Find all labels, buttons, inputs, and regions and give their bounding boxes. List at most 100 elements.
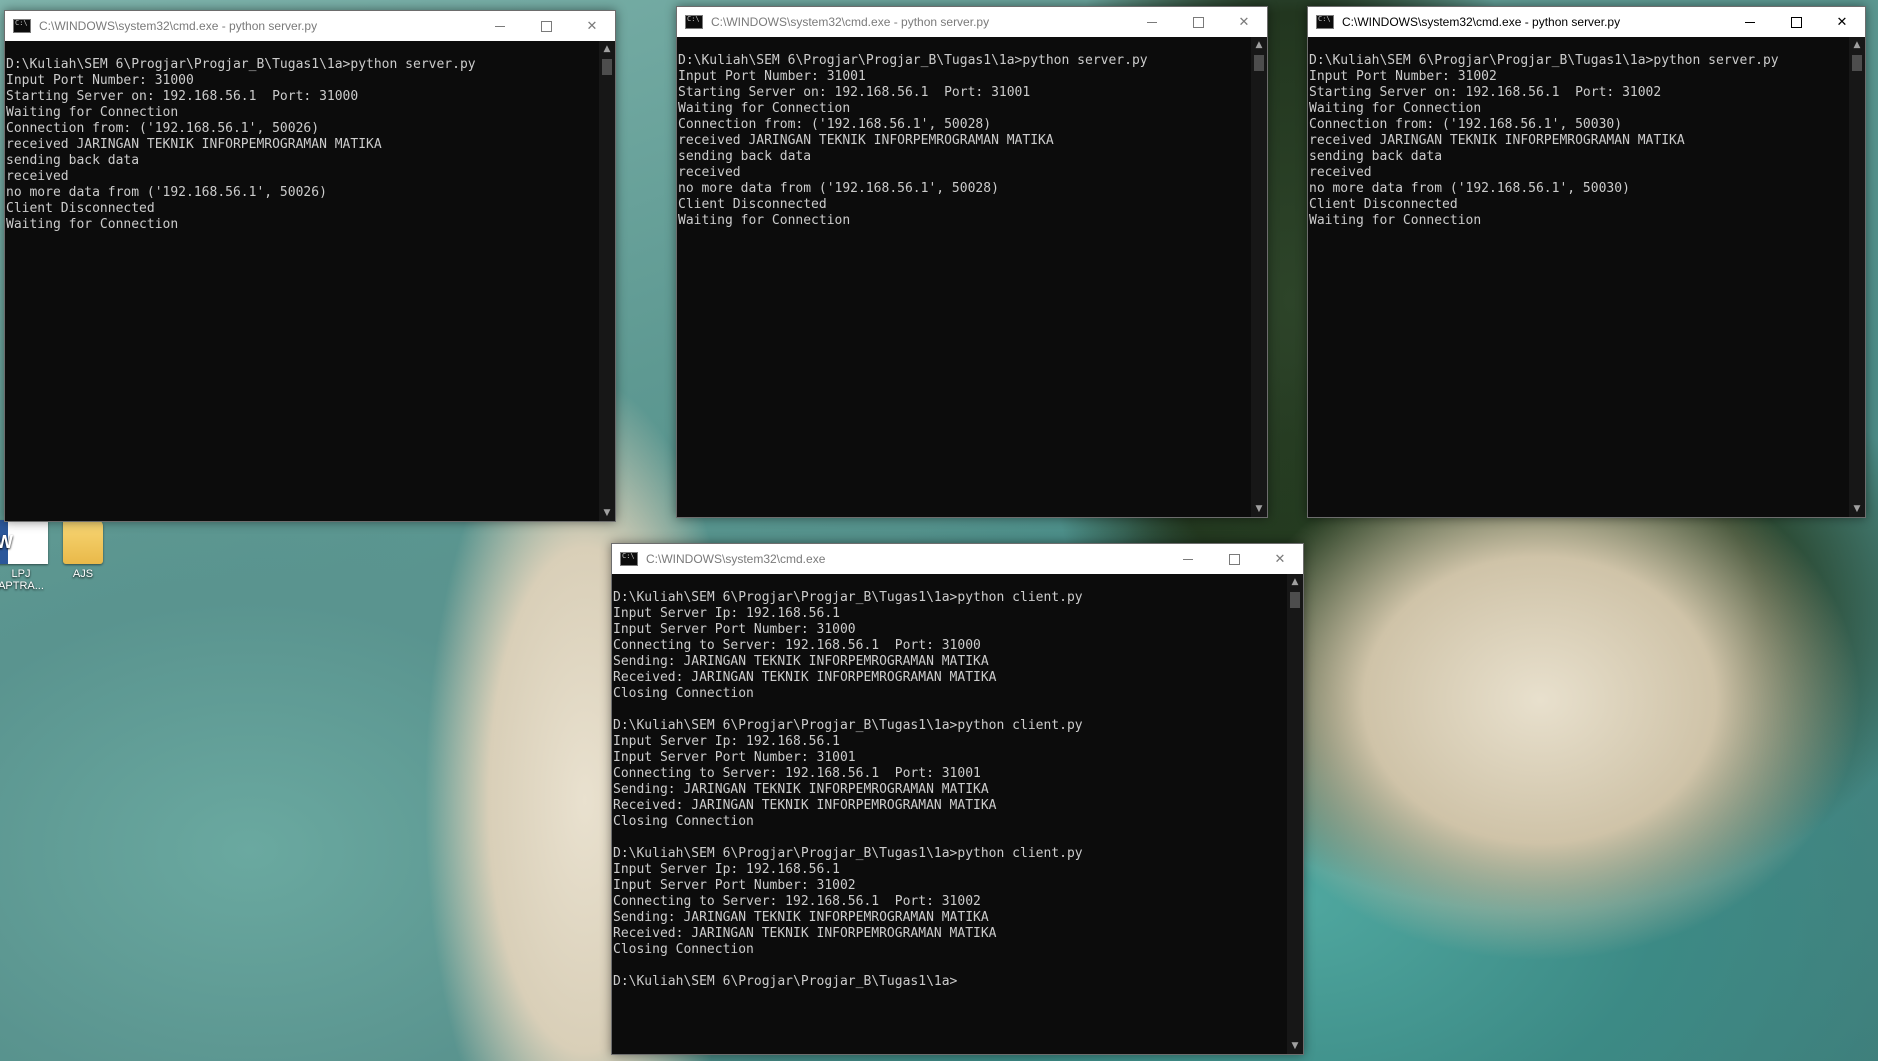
console-line: no more data from ('192.168.56.1', 50028… (678, 181, 999, 196)
scrollbar-thumb[interactable] (1290, 592, 1300, 608)
maximize-icon[interactable] (523, 11, 569, 41)
scroll-up-arrow-icon[interactable]: ▲ (1287, 574, 1303, 590)
console-line: Input Server Port Number: 31001 (613, 750, 856, 765)
title-bar[interactable]: C:\WINDOWS\system32\cmd.exe - python ser… (1308, 7, 1865, 37)
scroll-down-arrow-icon[interactable]: ▼ (1849, 501, 1865, 517)
console-line: Input Server Port Number: 31000 (613, 622, 856, 637)
console-line: D:\Kuliah\SEM 6\Progjar\Progjar_B\Tugas1… (613, 718, 1083, 733)
console-line: D:\Kuliah\SEM 6\Progjar\Progjar_B\Tugas1… (678, 53, 1148, 68)
console-line: Waiting for Connection (678, 101, 851, 116)
close-icon[interactable]: ✕ (1257, 544, 1303, 574)
console-line: received JARINGAN TEKNIK INFORPEMROGRAMA… (6, 137, 382, 152)
console-line: Closing Connection (613, 686, 754, 701)
scrollbar-thumb[interactable] (1254, 55, 1264, 71)
scrollbar-thumb[interactable] (1852, 55, 1862, 71)
console-line: Input Port Number: 31001 (678, 69, 866, 84)
console-output[interactable]: D:\Kuliah\SEM 6\Progjar\Progjar_B\Tugas1… (1308, 37, 1849, 517)
cmd-window-server-31002[interactable]: C:\WINDOWS\system32\cmd.exe - python ser… (1307, 6, 1866, 518)
cmd-app-icon (620, 552, 638, 566)
scroll-down-arrow-icon[interactable]: ▼ (599, 505, 615, 521)
vertical-scrollbar[interactable]: ▲ ▼ (1251, 37, 1267, 517)
console-line: D:\Kuliah\SEM 6\Progjar\Progjar_B\Tugas1… (613, 590, 1083, 605)
close-icon[interactable]: ✕ (569, 11, 615, 41)
console-output[interactable]: D:\Kuliah\SEM 6\Progjar\Progjar_B\Tugas1… (5, 41, 599, 521)
console-line: Received: JARINGAN TEKNIK INFORPEMROGRAM… (613, 670, 997, 685)
desktop-icon-ajs[interactable]: AJS (48, 515, 118, 580)
console-line: Waiting for Connection (1309, 213, 1482, 228)
console-line: received (678, 165, 741, 180)
cmd-app-icon (685, 15, 703, 29)
console-line: Sending: JARINGAN TEKNIK INFORPEMROGRAMA… (613, 782, 989, 797)
console-line: Client Disconnected (6, 201, 155, 216)
vertical-scrollbar[interactable]: ▲ ▼ (599, 41, 615, 521)
vertical-scrollbar[interactable]: ▲ ▼ (1849, 37, 1865, 517)
desktop: W LPJ APTRA... AJS C:\WINDOWS\system32\c… (0, 0, 1878, 1061)
maximize-icon[interactable] (1773, 7, 1819, 37)
console-line: Input Server Ip: 192.168.56.1 (613, 734, 840, 749)
scroll-down-arrow-icon[interactable]: ▼ (1287, 1038, 1303, 1054)
maximize-icon[interactable] (1211, 544, 1257, 574)
console-line: Client Disconnected (1309, 197, 1458, 212)
word-document-icon: W (0, 520, 48, 564)
close-icon[interactable]: ✕ (1819, 7, 1865, 37)
console-line: received JARINGAN TEKNIK INFORPEMROGRAMA… (1309, 133, 1685, 148)
console-line: Connection from: ('192.168.56.1', 50030) (1309, 117, 1623, 132)
scroll-up-arrow-icon[interactable]: ▲ (1251, 37, 1267, 53)
maximize-icon[interactable] (1175, 7, 1221, 37)
console-line: Connection from: ('192.168.56.1', 50026) (6, 121, 320, 136)
cmd-window-server-31000[interactable]: C:\WINDOWS\system32\cmd.exe - python ser… (4, 10, 616, 522)
console-line: Input Port Number: 31002 (1309, 69, 1497, 84)
scroll-up-arrow-icon[interactable]: ▲ (599, 41, 615, 57)
console-line: Input Server Ip: 192.168.56.1 (613, 606, 840, 621)
title-bar[interactable]: C:\WINDOWS\system32\cmd.exe ✕ (612, 544, 1303, 574)
title-bar[interactable]: C:\WINDOWS\system32\cmd.exe - python ser… (5, 11, 615, 41)
cmd-app-icon (1316, 15, 1334, 29)
cmd-window-client[interactable]: C:\WINDOWS\system32\cmd.exe ✕ D:\Kuliah\… (611, 543, 1304, 1055)
console-line: no more data from ('192.168.56.1', 50026… (6, 185, 327, 200)
window-title: C:\WINDOWS\system32\cmd.exe - python ser… (1342, 15, 1621, 29)
console-line: Starting Server on: 192.168.56.1 Port: 3… (1309, 85, 1662, 100)
console-line: D:\Kuliah\SEM 6\Progjar\Progjar_B\Tugas1… (613, 846, 1083, 861)
window-title: C:\WINDOWS\system32\cmd.exe (646, 552, 826, 566)
console-line: sending back data (1309, 149, 1443, 164)
minimize-icon[interactable] (1727, 7, 1773, 37)
console-line: received (1309, 165, 1372, 180)
console-line: Waiting for Connection (1309, 101, 1482, 116)
console-line: Input Port Number: 31000 (6, 73, 194, 88)
scroll-up-arrow-icon[interactable]: ▲ (1849, 37, 1865, 53)
console-line: Closing Connection (613, 814, 754, 829)
scroll-down-arrow-icon[interactable]: ▼ (1251, 501, 1267, 517)
console-output[interactable]: D:\Kuliah\SEM 6\Progjar\Progjar_B\Tugas1… (677, 37, 1251, 517)
console-line: received JARINGAN TEKNIK INFORPEMROGRAMA… (678, 133, 1054, 148)
console-line: Sending: JARINGAN TEKNIK INFORPEMROGRAMA… (613, 910, 989, 925)
console-line: Connecting to Server: 192.168.56.1 Port:… (613, 638, 981, 653)
minimize-icon[interactable] (477, 11, 523, 41)
console-output[interactable]: D:\Kuliah\SEM 6\Progjar\Progjar_B\Tugas1… (612, 574, 1287, 1054)
console-line: Received: JARINGAN TEKNIK INFORPEMROGRAM… (613, 926, 997, 941)
minimize-icon[interactable] (1129, 7, 1175, 37)
console-line: Connecting to Server: 192.168.56.1 Port:… (613, 766, 981, 781)
console-line: Received: JARINGAN TEKNIK INFORPEMROGRAM… (613, 798, 997, 813)
minimize-icon[interactable] (1165, 544, 1211, 574)
console-line: D:\Kuliah\SEM 6\Progjar\Progjar_B\Tugas1… (1309, 53, 1779, 68)
console-line: received (6, 169, 69, 184)
console-line: Starting Server on: 192.168.56.1 Port: 3… (678, 85, 1031, 100)
console-line: Starting Server on: 192.168.56.1 Port: 3… (6, 89, 359, 104)
console-line: Input Server Ip: 192.168.56.1 (613, 862, 840, 877)
console-line: Sending: JARINGAN TEKNIK INFORPEMROGRAMA… (613, 654, 989, 669)
title-bar[interactable]: C:\WINDOWS\system32\cmd.exe - python ser… (677, 7, 1267, 37)
folder-icon (63, 515, 103, 564)
console-line: Waiting for Connection (6, 217, 179, 232)
desktop-icon-label: AJS (72, 568, 94, 580)
window-title: C:\WINDOWS\system32\cmd.exe - python ser… (39, 19, 318, 33)
cmd-window-server-31001[interactable]: C:\WINDOWS\system32\cmd.exe - python ser… (676, 6, 1268, 518)
close-icon[interactable]: ✕ (1221, 7, 1267, 37)
vertical-scrollbar[interactable]: ▲ ▼ (1287, 574, 1303, 1054)
scrollbar-thumb[interactable] (602, 59, 612, 75)
console-line: Waiting for Connection (6, 105, 179, 120)
